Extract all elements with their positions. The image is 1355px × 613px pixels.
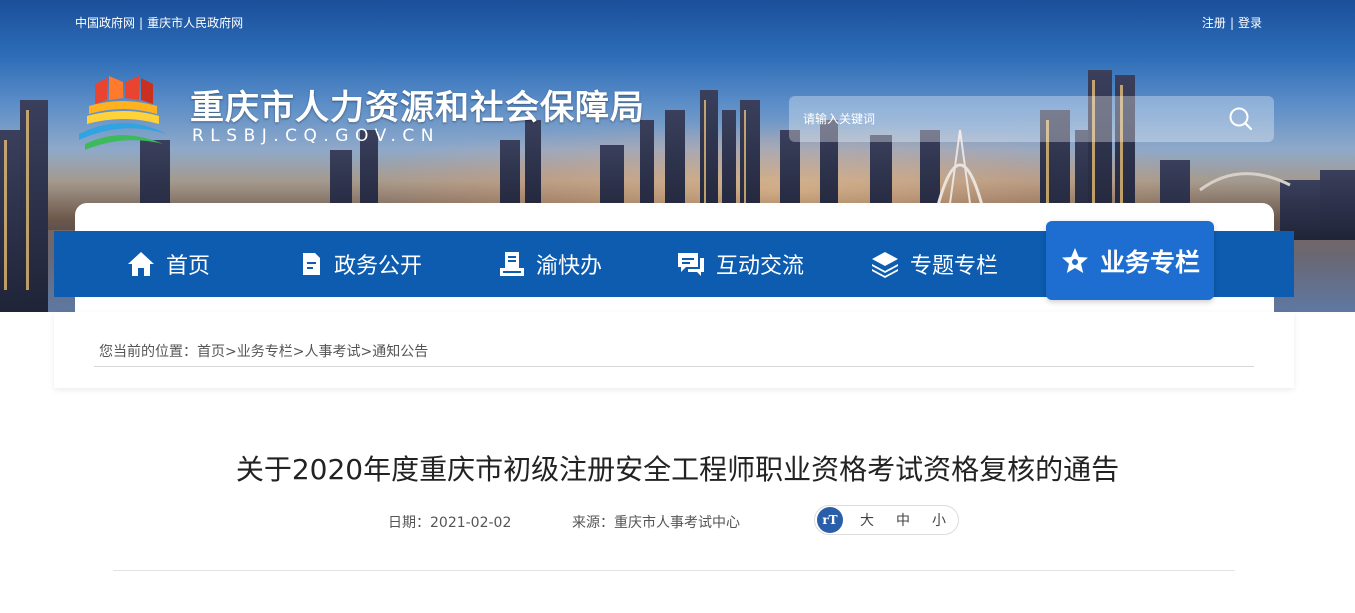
breadcrumb-home[interactable]: 首页: [197, 344, 225, 360]
separator: |: [139, 16, 144, 30]
date-label: 日期：: [388, 515, 430, 531]
search-input[interactable]: [803, 108, 1203, 130]
date-value: 2021-02-02: [430, 515, 512, 531]
nav-label: 互动交流: [716, 254, 805, 279]
font-size-large[interactable]: 大: [855, 510, 879, 530]
separator: |: [1229, 16, 1234, 30]
article-date: 日期：2021-02-02: [388, 512, 511, 532]
top-left-links: 中国政府网 | 重庆市人民政府网: [75, 14, 243, 31]
breadcrumb-business[interactable]: 业务专栏: [237, 344, 293, 360]
nav-item-yukuaiban[interactable]: 渝快办: [498, 231, 602, 297]
font-size-small[interactable]: 小: [927, 510, 951, 530]
font-size-icon: rT: [817, 507, 843, 533]
search-icon[interactable]: [1228, 106, 1254, 132]
star-icon: [1061, 247, 1088, 273]
breadcrumb-sep: >: [225, 344, 237, 360]
nav-item-special-topics[interactable]: 专题专栏: [870, 231, 998, 297]
nav-item-interaction[interactable]: 互动交流: [676, 231, 804, 297]
nav-label: 政务公开: [334, 254, 423, 279]
chat-icon: [678, 253, 704, 276]
breadcrumb: 您当前的位置：首页>业务专栏>人事考试>通知公告: [99, 341, 428, 361]
nav-item-home[interactable]: 首页: [126, 231, 210, 297]
article-source: 来源：重庆市人事考试中心: [572, 512, 740, 532]
site-domain: RLSBJ.CQ.GOV.CN: [192, 126, 440, 146]
site-logo[interactable]: [75, 74, 171, 152]
breadcrumb-exam[interactable]: 人事考试: [304, 344, 360, 360]
nav-label: 业务专栏: [1099, 247, 1200, 277]
document-icon: [303, 253, 320, 275]
register-link[interactable]: 注册: [1202, 16, 1226, 30]
breadcrumb-prefix: 您当前的位置：: [99, 344, 197, 360]
link-cq-gov[interactable]: 重庆市人民政府网: [147, 16, 243, 30]
article-title: 关于2020年度重庆市初级注册安全工程师职业资格考试资格复核的通告: [235, 453, 1120, 486]
nav-label: 渝快办: [536, 254, 603, 279]
search-box: [789, 96, 1274, 142]
site-title: 重庆市人力资源和社会保障局: [190, 88, 645, 128]
font-size-medium[interactable]: 中: [891, 510, 915, 530]
font-size-switcher: rT 大 中 小: [814, 505, 959, 535]
breadcrumb-notice[interactable]: 通知公告: [372, 344, 428, 360]
link-gov-cn[interactable]: 中国政府网: [75, 16, 135, 30]
nav-label: 专题专栏: [910, 254, 999, 279]
breadcrumb-container: 您当前的位置：首页>业务专栏>人事考试>通知公告: [54, 312, 1294, 388]
top-right-links: 注册 | 登录: [1202, 14, 1262, 31]
source-value: 重庆市人事考试中心: [614, 515, 740, 531]
nav-item-gov-affairs[interactable]: 政务公开: [298, 231, 422, 297]
breadcrumb-sep: >: [292, 344, 305, 360]
divider: [113, 570, 1235, 571]
source-label: 来源：: [572, 515, 614, 531]
nav-item-business-column[interactable]: 业务专栏: [1046, 221, 1214, 300]
home-icon: [128, 252, 154, 276]
nav-label: 首页: [166, 254, 211, 279]
login-link[interactable]: 登录: [1238, 16, 1262, 30]
layers-icon: [872, 252, 898, 278]
divider: [94, 366, 1254, 367]
breadcrumb-sep: >: [360, 344, 373, 360]
service-icon: [500, 252, 524, 276]
